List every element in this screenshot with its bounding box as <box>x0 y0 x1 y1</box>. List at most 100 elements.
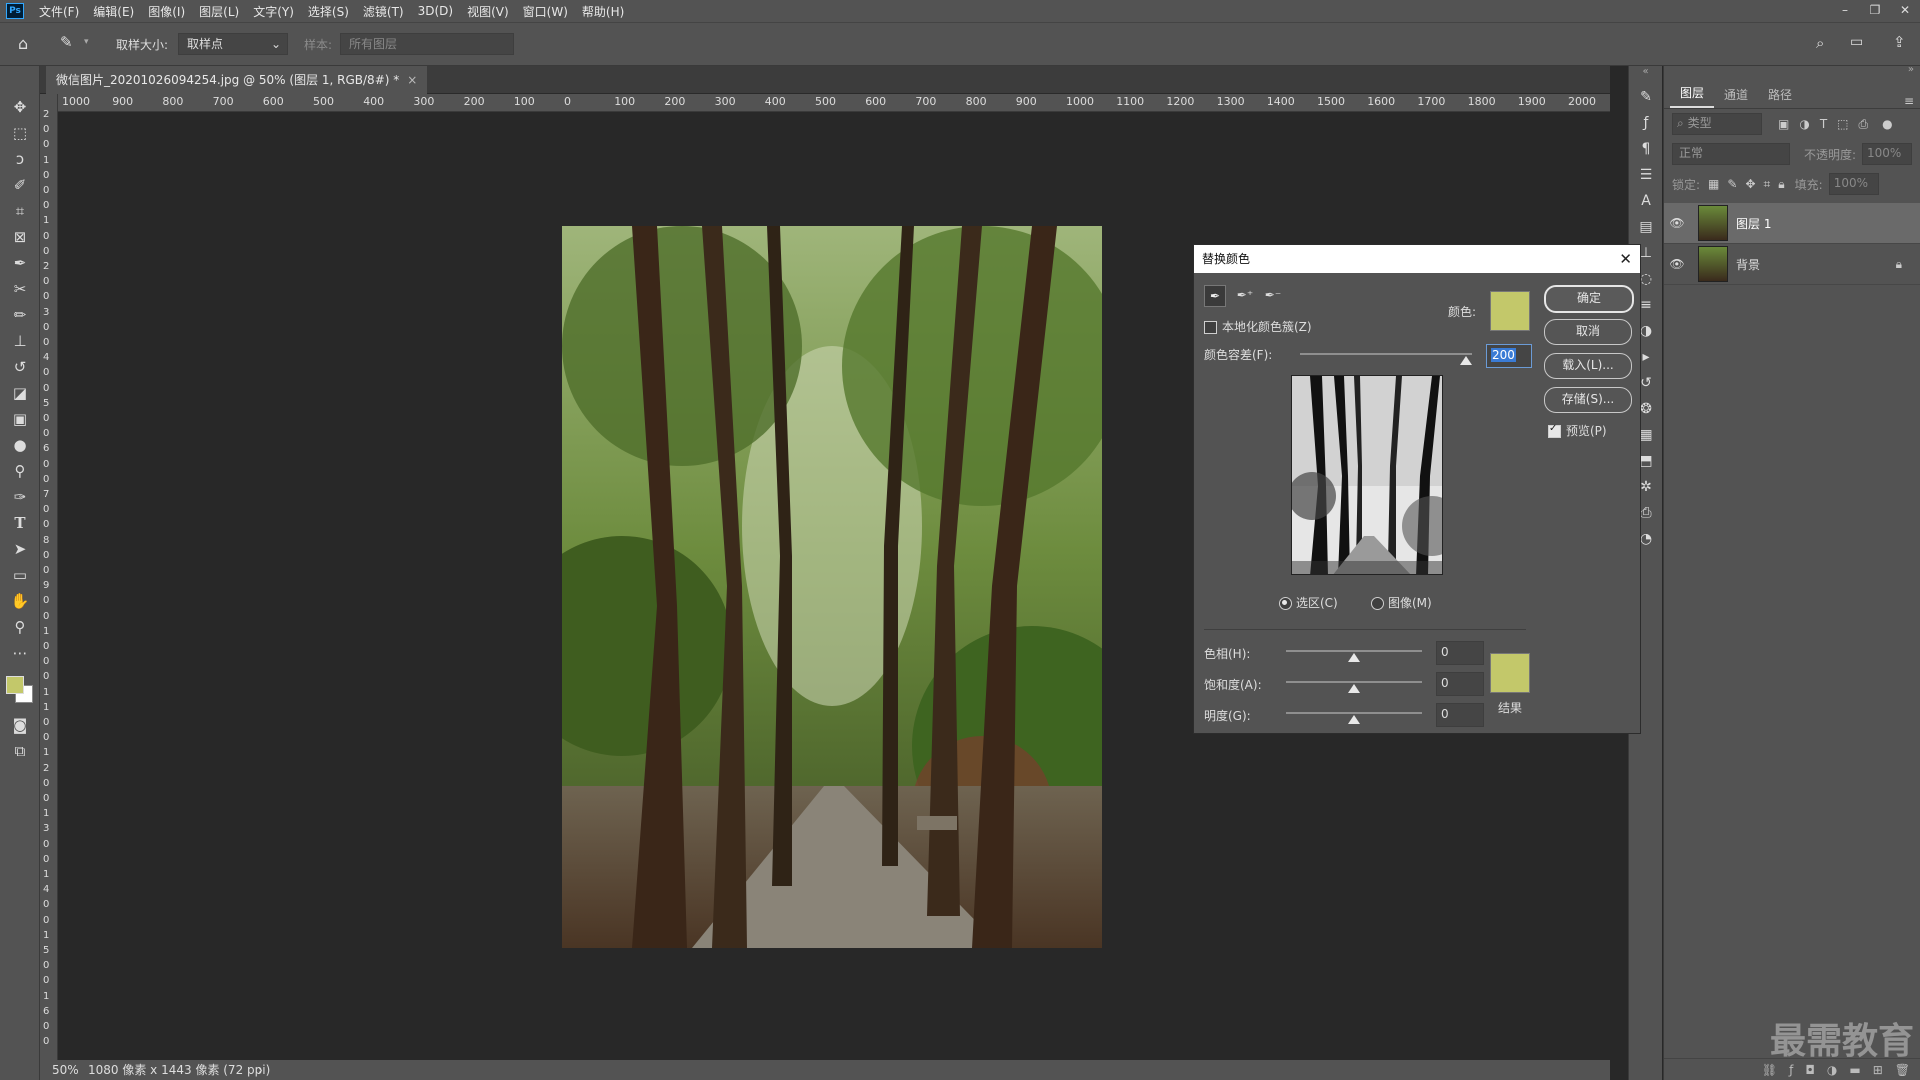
chevron-right-icon[interactable]: › <box>258 1060 263 1080</box>
lightness-slider-knob[interactable] <box>1348 715 1360 724</box>
adjustments-icon[interactable]: ☰ <box>1629 162 1663 188</box>
blend-mode-select[interactable]: 正常 <box>1672 143 1790 165</box>
result-color-swatch[interactable] <box>1490 653 1530 693</box>
eraser-tool-icon[interactable]: ◪ <box>0 380 40 406</box>
image-radio[interactable] <box>1371 597 1384 610</box>
add-mask-icon[interactable]: ◘ <box>1805 1063 1815 1077</box>
hue-slider-track[interactable] <box>1286 650 1422 652</box>
tab-layers[interactable]: 图层 <box>1670 80 1715 108</box>
eyedropper-tool-icon[interactable]: ✒ <box>0 250 40 276</box>
history-brush-tool-icon[interactable]: ↺ <box>0 354 40 380</box>
link-layers-icon[interactable]: ⛓ <box>1762 1063 1777 1077</box>
lock-transparency-icon[interactable]: ▦ <box>1708 177 1719 191</box>
brush-tool-icon[interactable]: ✏ <box>0 302 40 328</box>
visibility-eye-icon[interactable]: 👁︎ <box>1664 257 1690 271</box>
pen-tool-icon[interactable]: ✑ <box>0 484 40 510</box>
zoom-level[interactable]: 50% <box>52 1060 79 1080</box>
more-tools-icon[interactable]: ⋯ <box>0 640 40 666</box>
foreground-color-swatch[interactable] <box>6 676 24 694</box>
fx-icon[interactable]: ƒ <box>1789 1063 1793 1077</box>
layer-filter-select[interactable]: ⌕ 类型 <box>1672 113 1762 135</box>
menu-select[interactable]: 选择(S) <box>301 3 356 20</box>
lightness-slider-track[interactable] <box>1286 712 1422 714</box>
brush-settings-icon[interactable]: ✎ <box>1629 84 1663 110</box>
eyedropper-minus-icon[interactable]: ✒⁻ <box>1262 285 1284 307</box>
lock-all-icon[interactable]: 🔒︎ <box>1778 177 1784 192</box>
ok-button[interactable]: 确定 <box>1544 285 1634 313</box>
close-tab-icon[interactable]: × <box>407 66 417 94</box>
menu-layer[interactable]: 图层(L) <box>192 3 246 20</box>
properties-icon[interactable]: ▤ <box>1629 214 1663 240</box>
tab-paths[interactable]: 路径 <box>1758 82 1802 108</box>
type-tool-icon[interactable]: T <box>0 510 40 536</box>
filter-adjustment-icon[interactable]: ◑ <box>1799 117 1809 131</box>
lock-position-icon[interactable]: ✥ <box>1745 177 1755 191</box>
hue-slider-knob[interactable] <box>1348 653 1360 662</box>
new-layer-icon[interactable]: ⊞ <box>1873 1063 1883 1077</box>
tolerance-field[interactable]: 200 <box>1486 344 1532 368</box>
menu-window[interactable]: 窗口(W) <box>516 3 575 20</box>
collapse-panels-icon[interactable]: » <box>1908 64 1914 75</box>
sample-size-select[interactable]: 取样点 ⌄ <box>178 33 288 55</box>
path-select-tool-icon[interactable]: ➤ <box>0 536 40 562</box>
layer-name[interactable]: 背景 <box>1736 256 1760 273</box>
menu-view[interactable]: 视图(V) <box>460 3 516 20</box>
fx-icon[interactable]: ƒ <box>1629 110 1663 136</box>
frame-tool-icon[interactable]: ⊠ <box>0 224 40 250</box>
load-button[interactable]: 载入(L)... <box>1544 353 1632 379</box>
search-icon[interactable]: ⌕ <box>1816 34 1824 52</box>
layer-row[interactable]: 👁︎ 图层 1 <box>1664 203 1920 244</box>
selection-radio[interactable] <box>1279 597 1292 610</box>
tab-channels[interactable]: 通道 <box>1714 82 1758 108</box>
rectangle-tool-icon[interactable]: ▭ <box>0 562 40 588</box>
opacity-field[interactable]: 100% <box>1862 143 1912 165</box>
adjustment-layer-icon[interactable]: ◑ <box>1827 1063 1837 1077</box>
quick-mask-icon[interactable]: ◙ <box>0 712 40 738</box>
menu-3d[interactable]: 3D(D) <box>411 4 460 18</box>
close-icon[interactable]: ✕ <box>1619 245 1632 273</box>
eyedropper-tool-preset-icon[interactable]: ✎ <box>60 33 73 51</box>
cancel-button[interactable]: 取消 <box>1544 319 1632 345</box>
healing-brush-tool-icon[interactable]: ✂ <box>0 276 40 302</box>
panel-menu-icon[interactable]: ≡ <box>1904 94 1914 108</box>
marquee-tool-icon[interactable]: ⬚ <box>0 120 40 146</box>
save-button[interactable]: 存储(S)... <box>1544 387 1632 413</box>
zoom-tool-icon[interactable]: ⚲ <box>0 614 40 640</box>
paragraph-icon[interactable]: ¶ <box>1629 136 1663 162</box>
filter-type-icon[interactable]: T <box>1820 117 1827 131</box>
lasso-tool-icon[interactable]: ↄ <box>0 146 40 172</box>
home-icon[interactable]: ⌂ <box>18 34 28 53</box>
hue-field[interactable]: 0 <box>1436 641 1484 665</box>
clone-stamp-tool-icon[interactable]: ⊥ <box>0 328 40 354</box>
fill-field[interactable]: 100% <box>1828 173 1879 195</box>
document-info[interactable]: 1080 像素 x 1443 像素 (72 ppi) <box>88 1060 270 1080</box>
layer-name[interactable]: 图层 1 <box>1736 215 1771 232</box>
color-swatches[interactable] <box>0 666 39 712</box>
lock-artboard-icon[interactable]: ⌗ <box>1764 177 1771 192</box>
menu-type[interactable]: 文字(Y) <box>246 3 301 20</box>
tolerance-slider-track[interactable] <box>1300 353 1472 355</box>
preview-checkbox[interactable]: ✓ <box>1548 423 1561 438</box>
restore-button[interactable]: ❐ <box>1860 0 1890 22</box>
minimize-button[interactable]: – <box>1830 0 1860 22</box>
document-image[interactable] <box>562 226 1102 948</box>
hand-tool-icon[interactable]: ✋ <box>0 588 40 614</box>
crop-tool-icon[interactable]: ⌗ <box>0 198 40 224</box>
filter-smart-object-icon[interactable]: ⎙ <box>1859 117 1869 132</box>
lightness-field[interactable]: 0 <box>1436 703 1484 727</box>
workspace-icon[interactable]: ▭ <box>1850 34 1863 50</box>
localized-clusters-checkbox[interactable] <box>1204 321 1217 334</box>
screen-mode-icon[interactable]: ⧉ <box>0 738 40 764</box>
character-icon[interactable]: A <box>1629 188 1663 214</box>
dialog-titlebar[interactable]: 替换颜色 ✕ <box>1194 245 1640 273</box>
dodge-tool-icon[interactable]: ⚲ <box>0 458 40 484</box>
menu-filter[interactable]: 滤镜(T) <box>356 3 411 20</box>
lock-pixels-icon[interactable]: ✎ <box>1727 177 1737 191</box>
menu-image[interactable]: 图像(I) <box>141 3 192 20</box>
filter-pixel-icon[interactable]: ▣ <box>1778 117 1789 131</box>
blur-tool-icon[interactable]: ● <box>0 432 40 458</box>
tolerance-slider-knob[interactable] <box>1460 356 1472 365</box>
group-icon[interactable]: ▬ <box>1849 1063 1860 1077</box>
filter-shape-icon[interactable]: ⬚ <box>1837 117 1848 131</box>
saturation-slider-knob[interactable] <box>1348 684 1360 693</box>
